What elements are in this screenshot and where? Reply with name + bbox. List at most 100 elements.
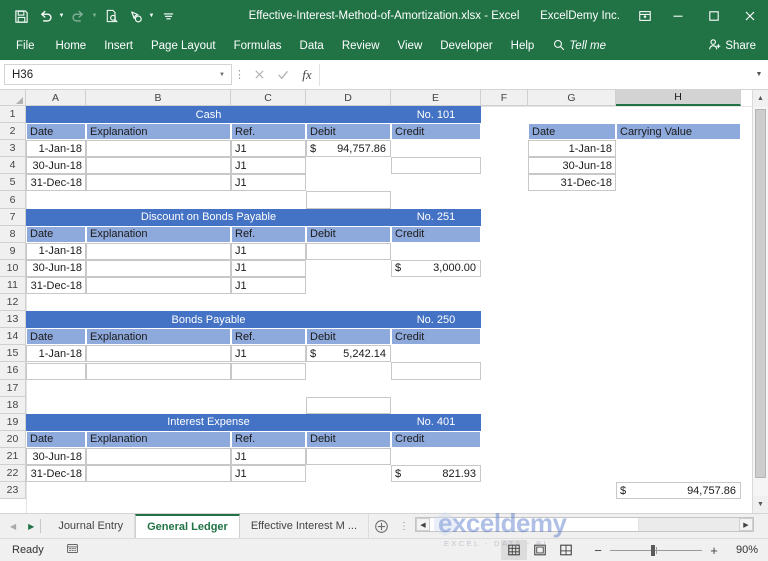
sheet-tab-journal-entry[interactable]: Journal Entry [47, 514, 136, 538]
cell-debit-1-1[interactable] [306, 396, 391, 414]
horizontal-scrollbar[interactable]: ◀ ▶ [415, 517, 754, 532]
tell-me-search[interactable]: Tell me [543, 32, 614, 60]
row-header-17[interactable]: 17 [0, 379, 26, 397]
ledger-header-1-4[interactable]: Credit [391, 225, 481, 243]
cell-date-3-1[interactable]: 31-Dec-18 [26, 465, 86, 483]
ledger-account-no-1[interactable]: No. 251 [391, 208, 481, 226]
cell-credit-0-2[interactable]: $3,000.00 [391, 259, 481, 277]
ribbon-tab-page-layout[interactable]: Page Layout [142, 32, 225, 60]
cell-ref-2-0[interactable]: J1 [231, 345, 306, 363]
cell-ref-3-1[interactable]: J1 [231, 465, 306, 483]
scroll-down-icon[interactable]: ▼ [753, 496, 768, 513]
cell-debit-0-2[interactable] [306, 242, 391, 260]
previous-sheet-icon[interactable]: ◀ [10, 522, 16, 531]
row-header-23[interactable]: 23 [0, 482, 26, 500]
name-box[interactable]: H36 ▼ [4, 64, 232, 85]
ledger-header-0-4[interactable]: Credit [391, 123, 481, 141]
cell-explanation-2-1[interactable] [86, 362, 231, 380]
horizontal-scroll-thumb[interactable] [430, 518, 639, 531]
cell-explanation-0-0[interactable] [86, 140, 231, 158]
cell-date-1-2[interactable]: 31-Dec-18 [26, 277, 86, 295]
ledger-header-0-3[interactable]: Debit [306, 123, 391, 141]
zoom-slider-thumb[interactable] [651, 544, 656, 556]
row-header-22[interactable]: 22 [0, 464, 26, 483]
row-header-18[interactable]: 18 [0, 396, 26, 414]
ledger-header-3-4[interactable]: Credit [391, 430, 481, 448]
cell-explanation-3-1[interactable] [86, 465, 231, 483]
cell-date-0-0[interactable]: 1-Jan-18 [26, 140, 86, 158]
row-header-12[interactable]: 12 [0, 294, 26, 312]
scroll-right-icon[interactable]: ▶ [739, 518, 753, 531]
ledger-header-1-0[interactable]: Date [26, 225, 86, 243]
ledger-account-no-3[interactable]: No. 401 [391, 413, 481, 431]
ledger-header-0-2[interactable]: Ref. [231, 123, 306, 141]
ledger-header-1-2[interactable]: Ref. [231, 225, 306, 243]
cell-date-0-2[interactable]: 31-Dec-18 [26, 174, 86, 192]
ledger-header-3-3[interactable]: Debit [306, 430, 391, 448]
ledger-header-2-2[interactable]: Ref. [231, 328, 306, 346]
ledger-title-3[interactable]: Interest Expense [26, 413, 391, 431]
cell-credit-1-2[interactable]: $821.93 [391, 465, 481, 483]
cell-explanation-0-2[interactable] [86, 174, 231, 192]
cancel-formula-icon[interactable] [247, 64, 271, 86]
ribbon-tab-help[interactable]: Help [502, 32, 544, 60]
select-all-corner[interactable] [0, 90, 26, 106]
ledger-title-1[interactable]: Discount on Bonds Payable [26, 208, 391, 226]
cell-ref-3-0[interactable]: J1 [231, 448, 306, 466]
ribbon-tab-insert[interactable]: Insert [95, 32, 142, 60]
ledger-title-2[interactable]: Bonds Payable [26, 311, 391, 329]
zoom-in-button[interactable]: + [709, 543, 719, 558]
row-header-5[interactable]: 5 [0, 174, 26, 192]
column-header-a[interactable]: A [26, 90, 86, 106]
row-header-7[interactable]: 7 [0, 208, 26, 226]
zoom-slider[interactable] [610, 544, 702, 556]
touch-mouse-mode-icon[interactable] [123, 4, 147, 28]
name-box-chevron-down-icon[interactable]: ▼ [219, 72, 225, 78]
cell-carrying-date-2[interactable]: 31-Dec-18 [528, 174, 616, 192]
page-break-preview-button[interactable] [553, 540, 579, 560]
touch-mouse-dropdown-icon[interactable]: ▼ [147, 4, 156, 28]
ledger-header-3-1[interactable]: Explanation [86, 430, 231, 448]
carrying-header-date[interactable]: Date [528, 123, 616, 141]
row-header-21[interactable]: 21 [0, 447, 26, 465]
ledger-account-no-0[interactable]: No. 101 [391, 106, 481, 124]
account-name[interactable]: ExcelDemy Inc. [540, 10, 630, 22]
cell-date-0-1[interactable]: 30-Jun-18 [26, 157, 86, 175]
cell-explanation-1-1[interactable] [86, 259, 231, 277]
vertical-scroll-thumb[interactable] [755, 109, 766, 478]
cell-carrying-date-0[interactable]: 1-Jan-18 [528, 140, 616, 158]
row-header-3[interactable]: 3 [0, 140, 26, 158]
cell-debit-0-1[interactable] [306, 191, 391, 209]
zoom-level-label[interactable]: 90% [726, 544, 758, 556]
cell-credit-0-0[interactable] [391, 157, 481, 175]
cell-ref-1-1[interactable]: J1 [231, 259, 306, 277]
ribbon-tab-file[interactable]: File [0, 32, 47, 60]
row-header-15[interactable]: 15 [0, 345, 26, 363]
ribbon-tab-review[interactable]: Review [333, 32, 389, 60]
cell-explanation-0-1[interactable] [86, 157, 231, 175]
add-sheet-icon[interactable] [369, 514, 393, 538]
vertical-scrollbar[interactable]: ▲ ▼ [752, 90, 768, 513]
print-preview-icon[interactable] [99, 4, 123, 28]
ledger-header-1-3[interactable]: Debit [306, 225, 391, 243]
row-header-10[interactable]: 10 [0, 259, 26, 277]
cell-credit-1-0[interactable] [391, 362, 481, 380]
cell-ref-0-0[interactable]: J1 [231, 140, 306, 158]
cell-carrying-date-1[interactable]: 30-Jun-18 [528, 157, 616, 175]
cell-ref-2-1[interactable] [231, 362, 306, 380]
row-header-1[interactable]: 1 [0, 106, 26, 124]
cell-debit-1-0[interactable]: $5,242.14 [306, 345, 391, 363]
cell-explanation-1-2[interactable] [86, 277, 231, 295]
row-header-6[interactable]: 6 [0, 191, 26, 209]
column-header-d[interactable]: D [306, 90, 391, 106]
share-button[interactable]: Share [700, 32, 768, 60]
cell-date-1-0[interactable]: 1-Jan-18 [26, 242, 86, 260]
ledger-header-2-4[interactable]: Credit [391, 328, 481, 346]
normal-view-button[interactable] [501, 540, 527, 560]
row-header-14[interactable]: 14 [0, 328, 26, 346]
formula-input[interactable] [319, 63, 750, 86]
cell-ref-0-2[interactable]: J1 [231, 174, 306, 192]
scroll-left-icon[interactable]: ◀ [416, 518, 430, 531]
ledger-header-2-0[interactable]: Date [26, 328, 86, 346]
column-header-b[interactable]: B [86, 90, 231, 106]
